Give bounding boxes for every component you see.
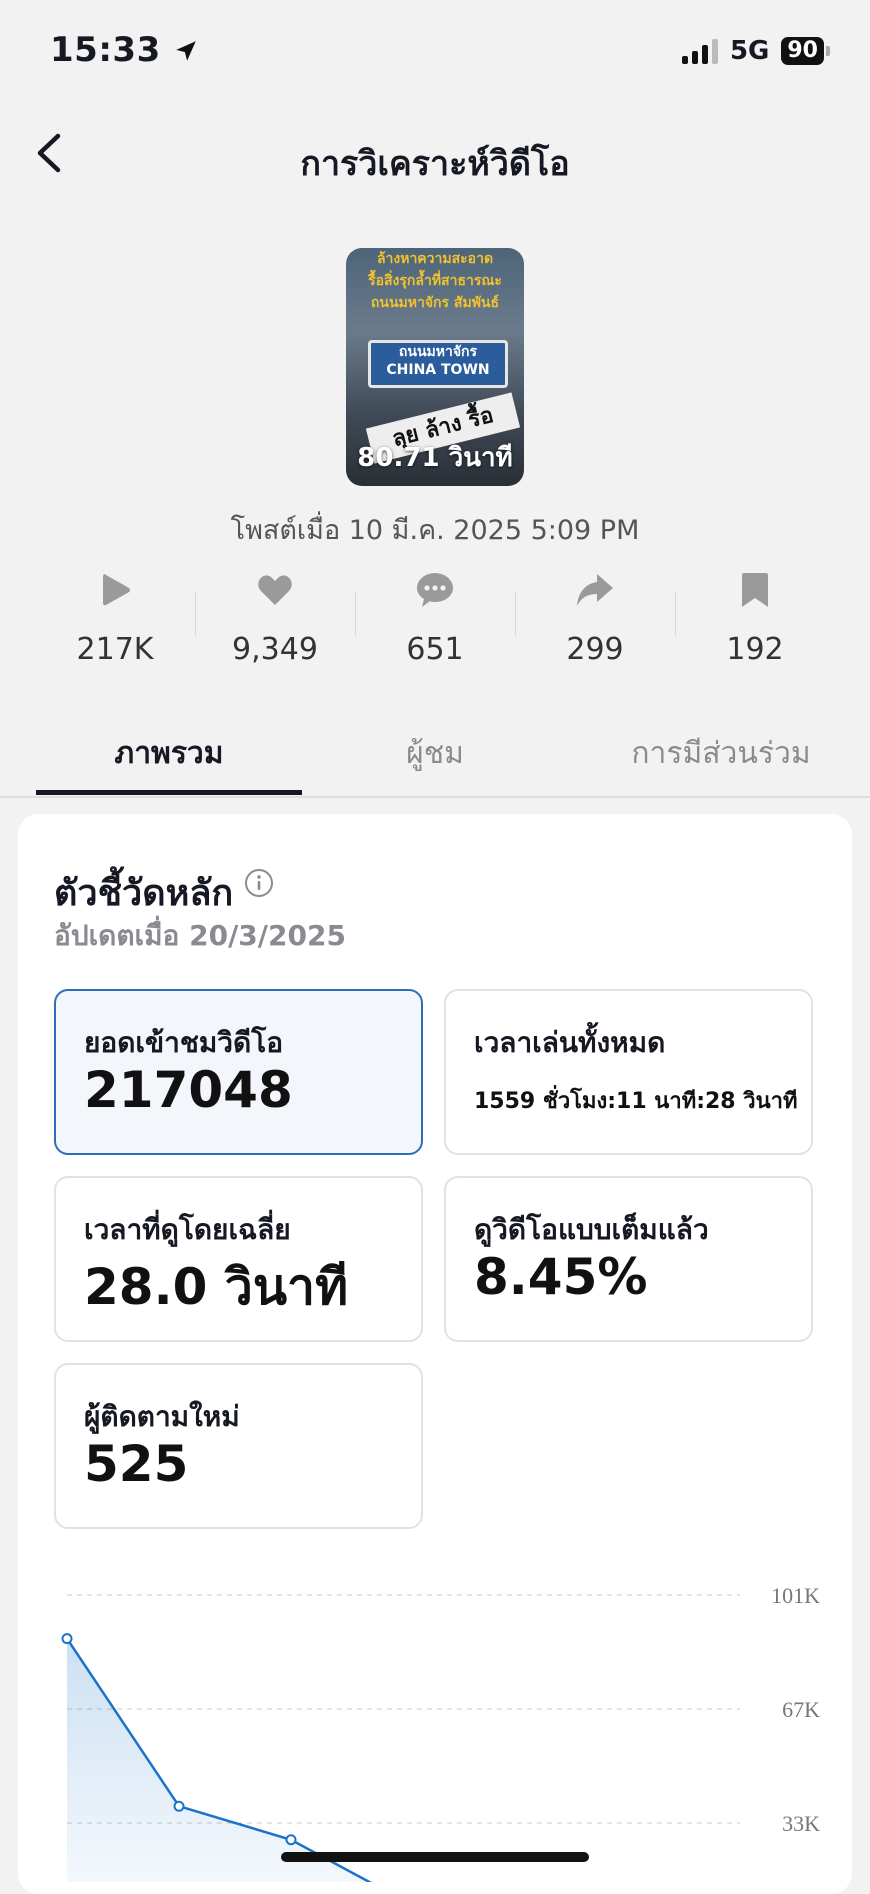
info-icon[interactable] bbox=[244, 868, 274, 898]
thumbnail-caption: ล้างหาความสะอาด รื้อสิ่งรุกล้ำที่สาธารณะ… bbox=[368, 251, 502, 311]
metric-total-play-time[interactable]: เวลาเล่นทั้งหมด 1559 ชั่วโมง:11 นาที:28 … bbox=[444, 989, 813, 1155]
metric-average-watch-time[interactable]: เวลาที่ดูโดยเฉลี่ย 28.0 วินาที bbox=[54, 1176, 423, 1342]
chart-data-point[interactable] bbox=[173, 1800, 185, 1812]
share-icon bbox=[577, 574, 613, 606]
video-stats: 217K 9,349 651 299 192 bbox=[35, 570, 835, 667]
chart-data-point[interactable] bbox=[61, 1633, 73, 1645]
stat-shares: 299 bbox=[515, 570, 675, 667]
battery-icon: 90 bbox=[781, 37, 830, 65]
updated-date: อัปเดตเมื่อ 20/3/2025 bbox=[54, 919, 346, 952]
home-indicator bbox=[281, 1852, 589, 1862]
play-icon bbox=[103, 574, 130, 606]
analytics-tabs: ภาพรวม ผู้ชม การมีส่วนร่วม bbox=[0, 730, 870, 798]
chart-data-point[interactable] bbox=[285, 1834, 297, 1846]
heart-icon bbox=[258, 575, 292, 605]
bookmark-icon bbox=[742, 573, 768, 607]
active-tab-indicator bbox=[36, 790, 302, 795]
tab-overview[interactable]: ภาพรวม bbox=[36, 730, 302, 777]
chart-area-fill bbox=[67, 1638, 403, 1882]
stat-comments: 651 bbox=[355, 570, 515, 667]
network-label: 5G bbox=[729, 36, 770, 66]
comment-icon bbox=[417, 573, 453, 607]
page-title: การวิเคราะห์วิดีโอ bbox=[300, 144, 570, 184]
tab-engagement[interactable]: การมีส่วนร่วม bbox=[590, 730, 852, 777]
y-tick-label: 67K bbox=[782, 1697, 820, 1722]
metric-video-views[interactable]: ยอดเข้าชมวิดีโอ 217048 bbox=[54, 989, 423, 1155]
y-tick-label: 33K bbox=[782, 1811, 820, 1836]
views-chart: 101K 67K 33K bbox=[61, 1583, 820, 1882]
video-duration: 80.71 วินาที bbox=[357, 443, 513, 473]
stat-views: 217K bbox=[35, 570, 195, 667]
location-arrow-icon bbox=[176, 41, 196, 61]
y-tick-label: 101K bbox=[771, 1583, 820, 1608]
stat-saves: 192 bbox=[675, 570, 835, 667]
metric-watched-full-video[interactable]: ดูวิดีโอแบบเต็มแล้ว 8.45% bbox=[444, 1176, 813, 1342]
tab-audience[interactable]: ผู้ชม bbox=[335, 730, 535, 777]
stat-likes: 9,349 bbox=[195, 570, 355, 667]
key-metrics-title: ตัวชี้วัดหลัก bbox=[54, 873, 234, 914]
thumbnail-street-sign: ถนนมหาจักร CHINA TOWN bbox=[368, 340, 508, 388]
status-time: 15:33 bbox=[50, 30, 199, 70]
video-thumbnail[interactable]: ล้างหาความสะอาด รื้อสิ่งรุกล้ำที่สาธารณะ… bbox=[346, 248, 524, 486]
status-indicators: 5G 90 bbox=[681, 36, 830, 66]
metric-new-followers[interactable]: ผู้ติดตามใหม่ 525 bbox=[54, 1363, 423, 1529]
signal-icon bbox=[681, 38, 718, 64]
posted-date: โพสต์เมื่อ 10 มี.ค. 2025 5:09 PM bbox=[230, 515, 640, 546]
